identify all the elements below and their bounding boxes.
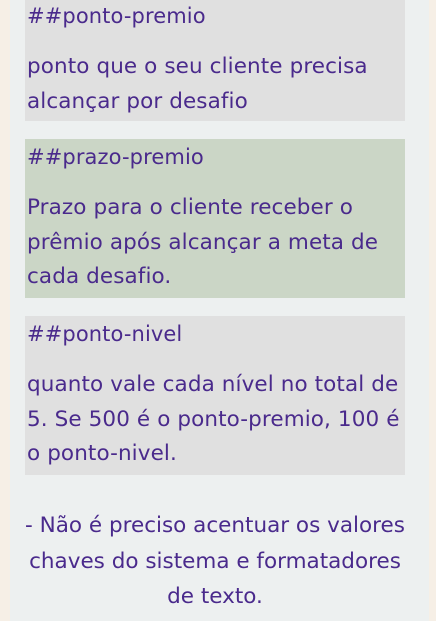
accent-note: - Não é preciso acentuar os valores chav… bbox=[25, 513, 405, 609]
variable-key: ##ponto-premio bbox=[27, 4, 206, 28]
page: ##ponto-premio ponto que o seu cliente p… bbox=[0, 0, 436, 621]
variable-description: quanto vale cada nível no total de 5. Se… bbox=[27, 372, 400, 466]
variable-block-prazo-premio: ##prazo-premio Prazo para o cliente rece… bbox=[25, 139, 405, 298]
variable-description: ponto que o seu cliente precisa alcançar… bbox=[27, 54, 368, 114]
variable-description: Prazo para o cliente receber o prêmio ap… bbox=[27, 195, 379, 289]
variable-key: ##ponto-nivel bbox=[27, 322, 183, 346]
variable-key: ##prazo-premio bbox=[27, 145, 204, 169]
variable-block-ponto-premio: ##ponto-premio ponto que o seu cliente p… bbox=[25, 0, 405, 121]
variable-block-ponto-nivel: ##ponto-nivel quanto vale cada nível no … bbox=[25, 316, 405, 475]
